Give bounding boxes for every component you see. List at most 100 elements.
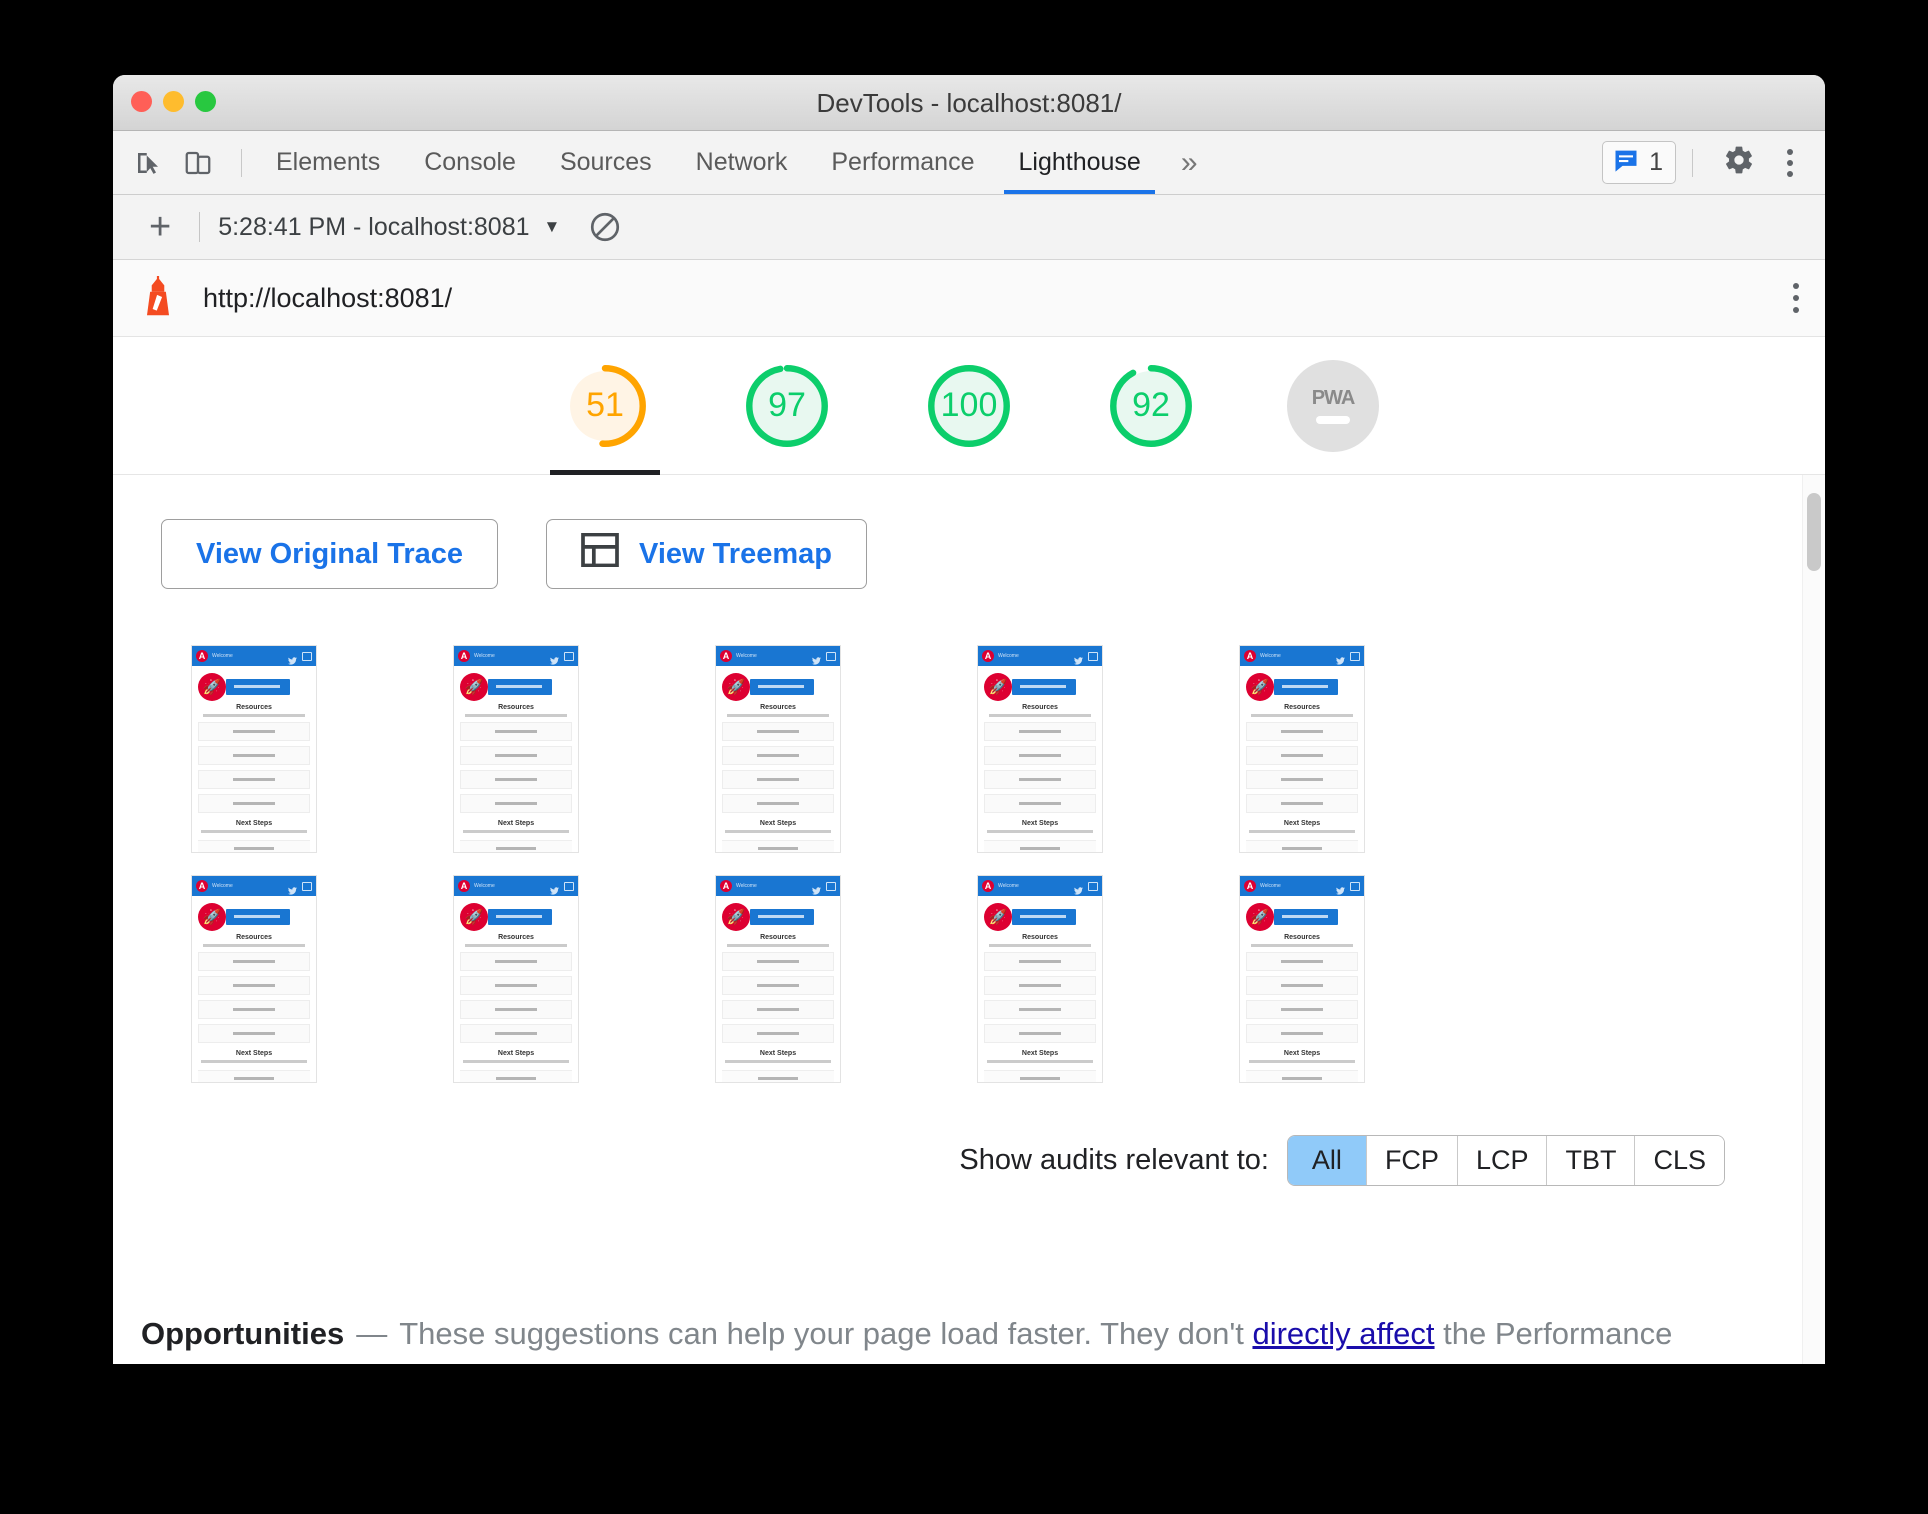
report-options-kebab-icon[interactable] <box>1793 283 1799 313</box>
thumb-subtext <box>203 944 305 947</box>
report-body: View Original Trace View Treemap A Welcom… <box>113 475 1825 1364</box>
filmstrip-thumbnail[interactable]: A Welcome 🚀 Resources Next Steps <box>715 875 841 1083</box>
filter-cls[interactable]: CLS <box>1635 1136 1724 1185</box>
angular-logo-icon: A <box>1244 650 1256 662</box>
filmstrip-thumbnail[interactable]: A Welcome 🚀 Resources Next Steps <box>1239 875 1365 1083</box>
clear-no-entry-icon[interactable] <box>588 210 622 244</box>
thumb-heading: Resources <box>1284 934 1320 941</box>
thumb-banner <box>750 679 814 695</box>
thumb-resource-card <box>1246 1000 1358 1019</box>
thumb-resource-card <box>984 976 1096 995</box>
filmstrip-thumbnail[interactable]: A Welcome 🚀 Resources Next Steps <box>453 645 579 853</box>
gauge-ring: 97 <box>741 360 833 452</box>
tab-elements[interactable]: Elements <box>254 131 402 194</box>
angular-logo-icon: A <box>720 880 732 892</box>
view-original-trace-button[interactable]: View Original Trace <box>161 519 499 589</box>
twitter-icon <box>288 882 297 895</box>
thumb-next-heading: Next Steps <box>1283 820 1321 827</box>
thumb-resource-card <box>722 1000 834 1019</box>
new-report-button[interactable]: + <box>133 208 187 246</box>
filter-tbt[interactable]: TBT <box>1547 1136 1636 1185</box>
gauge-best-practices[interactable]: 100 <box>908 337 1030 474</box>
kebab-menu-icon[interactable] <box>1773 148 1807 177</box>
twitter-icon <box>288 652 297 665</box>
filmstrip-thumbnail[interactable]: A Welcome 🚀 Resources Next Steps <box>977 875 1103 1083</box>
gear-icon[interactable] <box>1709 144 1769 181</box>
thumb-next-heading: Next Steps <box>1021 820 1059 827</box>
thumb-app-header: A Welcome <box>978 876 1102 896</box>
thumb-resource-card <box>198 746 310 765</box>
filmstrip-thumbnail[interactable]: A Welcome 🚀 Resources Next Steps <box>191 645 317 853</box>
more-tabs-icon[interactable]: » <box>1163 131 1216 194</box>
filmstrip-thumbnail[interactable]: A Welcome 🚀 Resources Next Steps <box>715 645 841 853</box>
thumb-header-icons <box>288 881 312 895</box>
thumb-hero: 🚀 <box>722 902 834 932</box>
thumb-heading: Resources <box>236 704 272 711</box>
thumb-next-heading: Next Steps <box>235 1050 273 1057</box>
thumb-resource-card <box>198 770 310 789</box>
filter-all[interactable]: All <box>1287 1136 1367 1185</box>
thumb-next-heading: Next Steps <box>497 1050 535 1057</box>
thumb-subtext <box>1251 944 1353 947</box>
gauge-performance[interactable]: 51 <box>544 337 666 475</box>
thumb-resource-card <box>460 794 572 813</box>
video-icon <box>1350 651 1360 661</box>
filmstrip-thumbnail[interactable]: A Welcome 🚀 Resources Next Steps <box>977 645 1103 853</box>
thumb-brand-label: Welcome <box>736 883 757 889</box>
angular-logo-icon: A <box>982 650 994 662</box>
thumb-heading: Resources <box>498 934 534 941</box>
thumb-resource-card <box>198 1024 310 1043</box>
gauge-value: 92 <box>1132 386 1170 424</box>
filter-fcp[interactable]: FCP <box>1366 1136 1458 1185</box>
directly-affect-link[interactable]: directly affect <box>1252 1316 1434 1351</box>
report-run-select[interactable]: 5:28:41 PM - localhost:8081 ▼ <box>212 213 566 242</box>
thumb-header-icons <box>550 881 574 895</box>
tab-sources[interactable]: Sources <box>538 131 674 194</box>
gauge-accessibility[interactable]: 97 <box>726 337 848 474</box>
gauge-ring: 100 <box>923 360 1015 452</box>
filmstrip-thumbnail[interactable]: A Welcome 🚀 Resources Next Steps <box>191 875 317 1083</box>
report-scrollbar-thumb[interactable] <box>1807 493 1821 571</box>
video-icon <box>564 651 574 661</box>
filter-lcp[interactable]: LCP <box>1457 1136 1548 1185</box>
device-toolbar-icon[interactable] <box>179 144 217 182</box>
tab-performance[interactable]: Performance <box>809 131 996 194</box>
rocket-icon: 🚀 <box>1246 903 1274 931</box>
video-icon <box>1350 881 1360 891</box>
thumb-next-subtext <box>463 1060 569 1063</box>
thumb-app-header: A Welcome <box>454 646 578 666</box>
thumb-banner <box>488 679 552 695</box>
thumb-resource-card <box>722 770 834 789</box>
gauge-value: 51 <box>586 386 624 424</box>
view-treemap-button[interactable]: View Treemap <box>546 519 867 589</box>
pwa-not-applicable-dash <box>1316 416 1350 424</box>
thumb-hero: 🚀 <box>198 672 310 702</box>
message-count-button[interactable]: 1 <box>1602 141 1676 184</box>
thumb-footer-item <box>1246 840 1358 852</box>
thumb-hero: 🚀 <box>1246 672 1358 702</box>
rocket-icon: 🚀 <box>460 903 488 931</box>
thumb-footer-item <box>198 840 310 852</box>
thumb-resource-card <box>198 794 310 813</box>
report-url: http://localhost:8081/ <box>203 282 453 313</box>
rocket-icon: 🚀 <box>984 673 1012 701</box>
filmstrip-thumbnail[interactable]: A Welcome 🚀 Resources Next Steps <box>453 875 579 1083</box>
audit-filter-group: All FCP LCP TBT CLS <box>1286 1135 1725 1186</box>
thumb-header-icons <box>812 881 836 895</box>
angular-logo-icon: A <box>458 650 470 662</box>
report-scrollbar-track[interactable] <box>1802 475 1825 1364</box>
tab-network[interactable]: Network <box>674 131 810 194</box>
tab-console[interactable]: Console <box>402 131 538 194</box>
thumb-brand-label: Welcome <box>998 883 1019 889</box>
view-original-trace-label: View Original Trace <box>196 537 464 570</box>
pwa-badge: PWA <box>1287 359 1379 452</box>
filmstrip-thumbnail[interactable]: A Welcome 🚀 Resources Next Steps <box>1239 645 1365 853</box>
thumb-header-icons <box>1336 651 1360 665</box>
thumb-heading: Resources <box>1284 704 1320 711</box>
tab-lighthouse[interactable]: Lighthouse <box>996 131 1162 194</box>
gauge-pwa[interactable]: PWA <box>1272 337 1394 474</box>
thumb-footer-item <box>460 840 572 852</box>
gauge-seo[interactable]: 92 <box>1090 337 1212 474</box>
inspect-cursor-icon[interactable] <box>129 144 167 182</box>
gauge-value: 97 <box>768 386 806 424</box>
